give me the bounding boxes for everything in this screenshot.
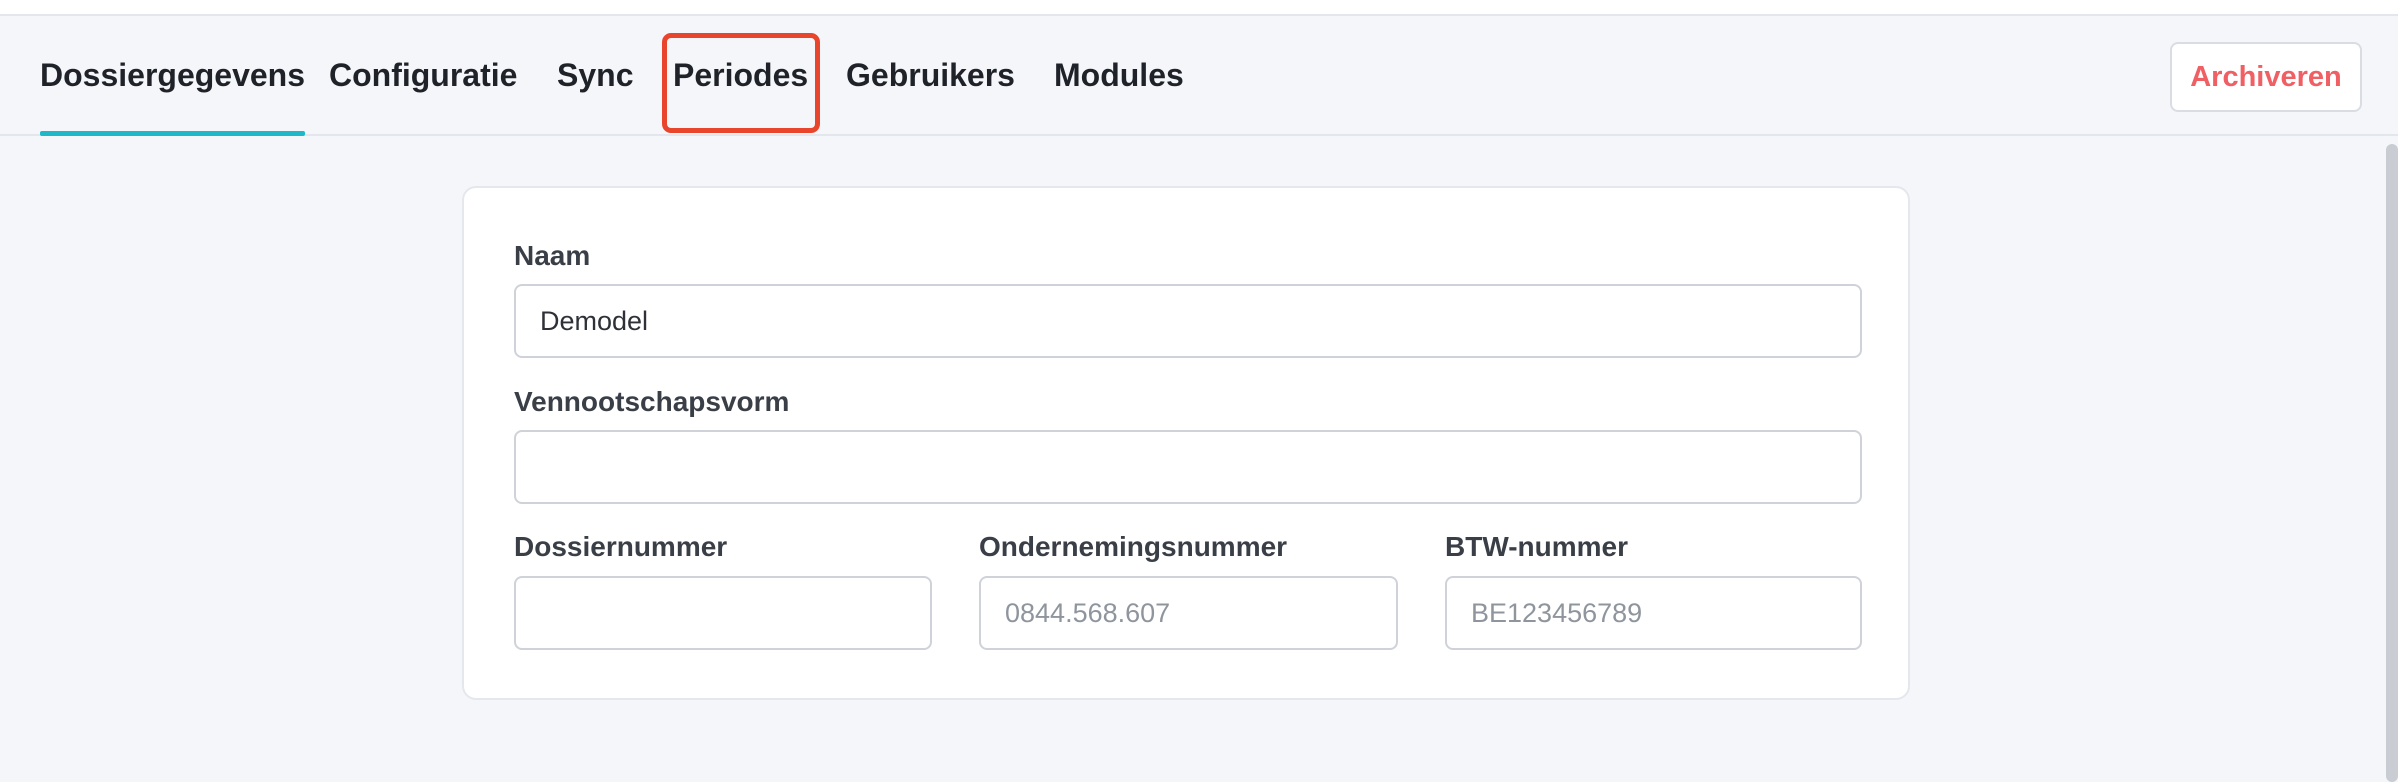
naam-label: Naam bbox=[514, 240, 591, 271]
ondernemingsnummer-label: Ondernemingsnummer bbox=[979, 531, 1288, 562]
tab-modules[interactable]: Modules bbox=[1054, 16, 1184, 134]
tab-sync[interactable]: Sync bbox=[557, 16, 633, 134]
dossiernummer-label: Dossiernummer bbox=[514, 531, 728, 562]
btw-nummer-label: BTW-nummer bbox=[1445, 531, 1628, 562]
dossier-form-card: Naam Vennootschapsvorm Dossiernummer Ond… bbox=[462, 186, 1910, 700]
tab-dossiergegevens[interactable]: Dossiergegevens bbox=[40, 16, 306, 136]
tab-configuratie[interactable]: Configuratie bbox=[329, 16, 517, 134]
archive-button[interactable]: Archiveren bbox=[2170, 42, 2362, 112]
btw-nummer-input[interactable] bbox=[1445, 576, 1862, 650]
tab-periodes[interactable]: Periodes bbox=[673, 16, 808, 134]
window-top-edge bbox=[0, 0, 2398, 16]
vennootschapsvorm-input[interactable] bbox=[514, 430, 1862, 504]
naam-input[interactable] bbox=[514, 284, 1862, 358]
ondernemingsnummer-input[interactable] bbox=[979, 576, 1398, 650]
tab-gebruikers[interactable]: Gebruikers bbox=[846, 16, 1015, 134]
tab-bar: Dossiergegevens Configuratie Sync Period… bbox=[0, 16, 2398, 136]
scrollbar-thumb[interactable] bbox=[2386, 144, 2398, 782]
vennootschapsvorm-label: Vennootschapsvorm bbox=[514, 386, 790, 417]
dossiernummer-input[interactable] bbox=[514, 576, 932, 650]
